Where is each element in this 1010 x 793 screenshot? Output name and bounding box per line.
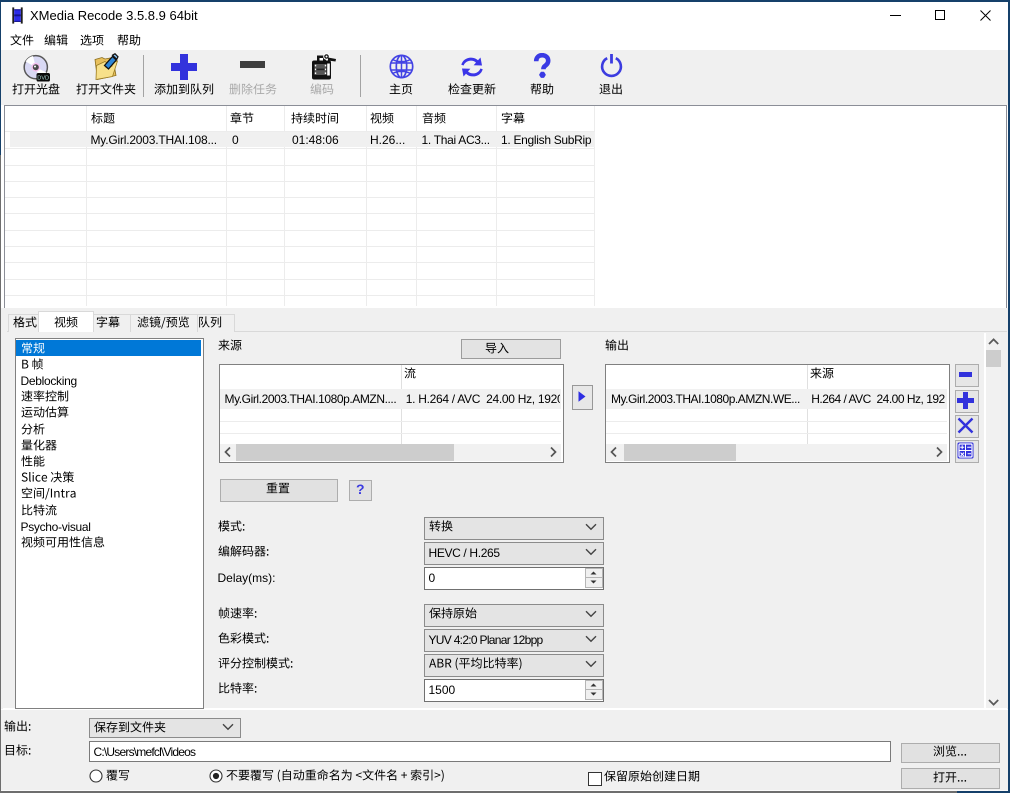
- svg-text:DVD: DVD: [37, 76, 49, 82]
